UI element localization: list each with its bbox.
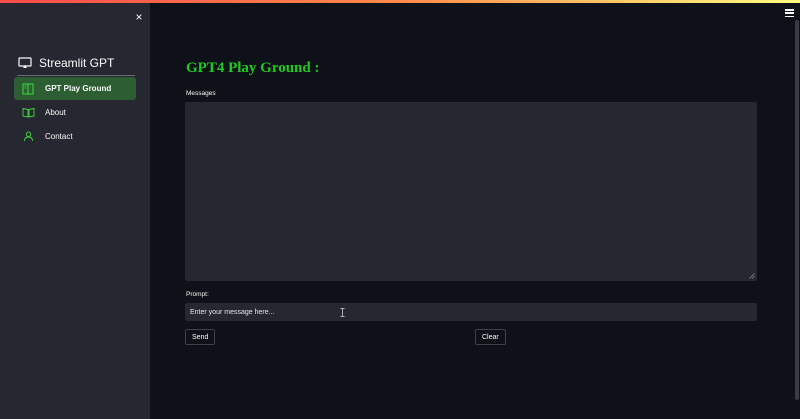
book-open-icon (21, 82, 35, 96)
main-menu-button[interactable] (785, 9, 794, 18)
sidebar-item-gpt-play-ground[interactable]: GPT Play Ground (14, 77, 136, 100)
messages-textarea[interactable] (185, 102, 757, 281)
messages-label: Messages (186, 90, 216, 97)
clear-button[interactable]: Clear (475, 329, 506, 345)
resize-grip-icon[interactable] (749, 273, 755, 279)
brand-divider (17, 75, 135, 76)
text-cursor-icon (340, 308, 345, 317)
sidebar-item-label: Contact (45, 132, 73, 141)
person-icon (21, 130, 35, 144)
book-icon (21, 106, 35, 120)
sidebar-close-button[interactable]: × (133, 10, 145, 24)
send-button[interactable]: Send (185, 329, 216, 345)
sidebar: × Streamlit GPT GPT Play Ground About Co… (0, 3, 150, 419)
sidebar-item-about[interactable]: About (14, 101, 136, 124)
prompt-input[interactable]: Enter your message here... (185, 303, 757, 321)
monitor-icon (18, 57, 32, 68)
sidebar-brand: Streamlit GPT (18, 54, 114, 72)
brand-title: Streamlit GPT (39, 56, 115, 70)
prompt-label: Prompt: (186, 291, 209, 298)
sidebar-item-label: About (45, 108, 66, 117)
sidebar-item-label: GPT Play Ground (45, 84, 112, 93)
scrollbar[interactable] (795, 20, 799, 400)
sidebar-item-contact[interactable]: Contact (14, 125, 136, 148)
prompt-input-value: Enter your message here... (190, 308, 275, 316)
hamburger-icon (785, 9, 794, 11)
page-title: GPT4 Play Ground : (186, 60, 320, 76)
